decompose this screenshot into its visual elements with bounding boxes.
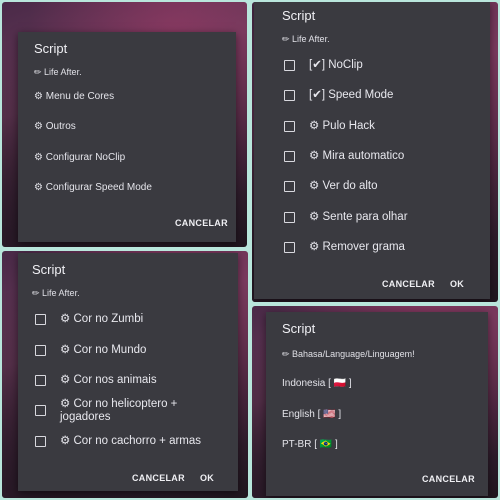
checkbox-label: ⚙ Cor no Zumbi — [60, 313, 144, 325]
script-dialog-main: Script ✏ Life After. ⚙ Menu de Cores ⚙ O… — [18, 32, 236, 242]
checkbox-row-sente[interactable]: ⚙ Sente para olhar — [284, 211, 408, 224]
checkbox-label: ⚙ Cor no cachorro + armas — [60, 435, 202, 447]
checkbox-label: ⚙ Cor no helicoptero + jogadores — [60, 398, 178, 423]
checkbox-label: ⚙ Remover grama — [309, 241, 405, 253]
screenshot-panel-1: Script ✏ Life After. ⚙ Menu de Cores ⚙ O… — [2, 2, 247, 247]
checkbox[interactable] — [284, 151, 295, 162]
screenshot-panel-3: Script ✏ Life After. ⚙ Cor no Zumbi ⚙ Co… — [2, 251, 248, 498]
checkbox[interactable] — [35, 405, 46, 416]
dialog-title: Script — [32, 262, 66, 277]
dialog-title: Script — [34, 41, 68, 56]
ok-button[interactable]: OK — [200, 473, 214, 483]
dialog-header: ✏ Life After. — [34, 67, 82, 77]
checkbox-row-zumbi[interactable]: ⚙ Cor no Zumbi — [35, 313, 143, 326]
checkbox-label: ⚙ Pulo Hack — [309, 120, 375, 132]
checkbox[interactable] — [284, 242, 295, 253]
dialog-title: Script — [282, 321, 316, 336]
menu-item-noclip-config[interactable]: ⚙ Configurar NoClip — [34, 152, 125, 163]
checkbox-row-cachorro[interactable]: ⚙ Cor no cachorro + armas — [35, 435, 201, 448]
checkbox[interactable] — [284, 90, 295, 101]
checkbox-row-pulo-hack[interactable]: ⚙ Pulo Hack — [284, 120, 375, 133]
checkbox-row-speed-mode[interactable]: [✔] Speed Mode — [284, 89, 393, 102]
dialog-header: ✏ Life After. — [32, 288, 80, 298]
language-english[interactable]: English [ 🇺🇸 ] — [282, 409, 341, 420]
checkbox[interactable] — [284, 212, 295, 223]
checkbox-row-helicoptero[interactable]: ⚙ Cor no helicoptero + jogadores — [35, 398, 210, 424]
checkbox-label: ⚙ Cor nos animais — [60, 374, 157, 386]
checkbox-row-mira[interactable]: ⚙ Mira automatico — [284, 150, 404, 163]
checkbox-row-mundo[interactable]: ⚙ Cor no Mundo — [35, 344, 146, 357]
checkbox[interactable] — [35, 345, 46, 356]
cancel-button[interactable]: CANCELAR — [422, 474, 475, 484]
checkbox[interactable] — [284, 181, 295, 192]
checkbox[interactable] — [284, 121, 295, 132]
checkbox-label: [✔] NoClip — [309, 59, 363, 71]
dialog-header: ✏ Life After. — [282, 34, 330, 44]
language-pt-br[interactable]: PT-BR [ 🇧🇷 ] — [282, 439, 338, 450]
checkbox-label: ⚙ Sente para olhar — [309, 211, 408, 223]
checkbox-row-grama[interactable]: ⚙ Remover grama — [284, 241, 405, 254]
checkbox[interactable] — [35, 436, 46, 447]
script-dialog-language: Script ✏ Bahasa/Language/Linguagem! Indo… — [266, 312, 488, 496]
dialog-title: Script — [282, 8, 316, 23]
checkbox-row-animais[interactable]: ⚙ Cor nos animais — [35, 374, 157, 387]
screenshot-panel-2: Script ✏ Life After. [✔] NoClip [✔] Spee… — [252, 2, 498, 302]
checkbox[interactable] — [35, 314, 46, 325]
ok-button[interactable]: OK — [450, 279, 464, 289]
checkbox-label: ⚙ Cor no Mundo — [60, 344, 147, 356]
language-indonesia[interactable]: Indonesia [ 🇵🇱 ] — [282, 378, 352, 389]
menu-item-outros[interactable]: ⚙ Outros — [34, 121, 76, 132]
menu-item-speed-config[interactable]: ⚙ Configurar Speed Mode — [34, 182, 152, 193]
checkbox-label: ⚙ Ver do alto — [309, 180, 378, 192]
cancel-button[interactable]: CANCELAR — [132, 473, 185, 483]
checkbox-label: [✔] Speed Mode — [309, 89, 394, 101]
checkbox[interactable] — [284, 60, 295, 71]
checkbox-row-ver-alto[interactable]: ⚙ Ver do alto — [284, 180, 378, 193]
script-dialog-outros: Script ✏ Life After. [✔] NoClip [✔] Spee… — [254, 2, 490, 299]
menu-item-cores[interactable]: ⚙ Menu de Cores — [34, 91, 114, 102]
checkbox[interactable] — [35, 375, 46, 386]
cancel-button[interactable]: CANCELAR — [382, 279, 435, 289]
screenshot-panel-4: Script ✏ Bahasa/Language/Linguagem! Indo… — [252, 306, 498, 498]
cancel-button[interactable]: CANCELAR — [175, 218, 228, 228]
checkbox-row-noclip[interactable]: [✔] NoClip — [284, 59, 363, 72]
dialog-header: ✏ Bahasa/Language/Linguagem! — [282, 349, 415, 359]
script-dialog-cores: Script ✏ Life After. ⚙ Cor no Zumbi ⚙ Co… — [18, 253, 238, 491]
checkbox-label: ⚙ Mira automatico — [309, 150, 405, 162]
